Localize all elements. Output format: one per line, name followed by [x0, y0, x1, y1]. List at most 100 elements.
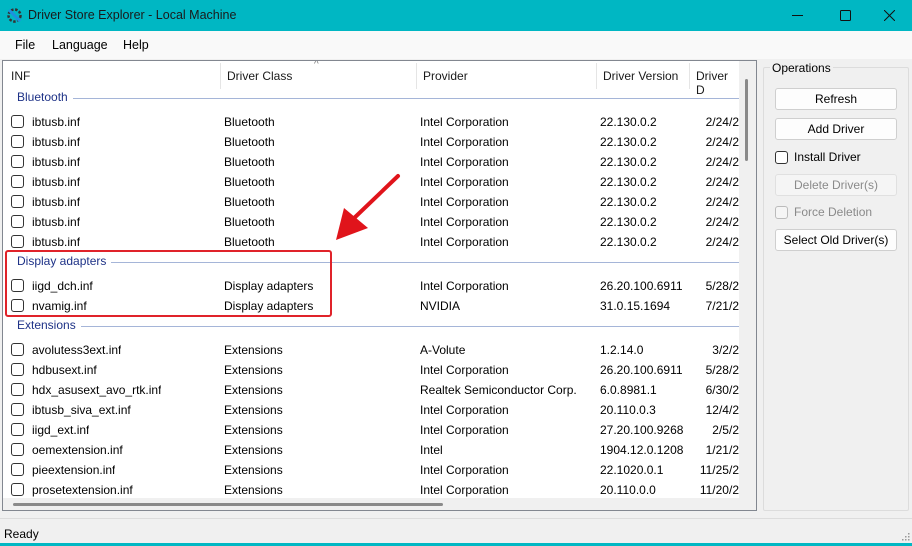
- gear-wrench-icon: [7, 8, 22, 23]
- driver-version-cell: 20.110.0.0: [600, 483, 656, 497]
- checkbox-box[interactable]: [775, 205, 788, 219]
- row-checkbox[interactable]: [11, 483, 24, 496]
- driver-date-cell: 2/24/2: [705, 175, 739, 189]
- column-header-driver-version[interactable]: Driver Version: [603, 69, 678, 83]
- driver-version-cell: 22.130.0.2: [600, 155, 657, 169]
- column-separator[interactable]: [416, 63, 417, 89]
- column-header-driver-class[interactable]: Driver Class: [227, 69, 292, 83]
- vertical-scroll-thumb[interactable]: [745, 79, 748, 161]
- driver-date-cell: 2/24/2: [705, 195, 739, 209]
- driver-date-cell: 2/24/2: [705, 235, 739, 249]
- group-title: Bluetooth: [17, 90, 73, 104]
- row-checkbox[interactable]: [11, 383, 24, 396]
- provider-cell: Intel Corporation: [420, 115, 509, 129]
- provider-cell: Intel Corporation: [420, 235, 509, 249]
- row-checkbox[interactable]: [11, 363, 24, 376]
- group-header[interactable]: Extensions: [3, 316, 739, 336]
- force-deletion-label: Force Deletion: [794, 205, 873, 219]
- driver-date-cell: 6/30/2: [705, 383, 739, 397]
- menu-file[interactable]: File: [15, 38, 35, 52]
- row-checkbox[interactable]: [11, 175, 24, 188]
- column-separator[interactable]: [596, 63, 597, 89]
- row-checkbox[interactable]: [11, 443, 24, 456]
- horizontal-scrollbar[interactable]: [3, 498, 739, 510]
- row-checkbox[interactable]: [11, 135, 24, 148]
- minimize-button[interactable]: [774, 0, 820, 31]
- row-checkbox[interactable]: [11, 403, 24, 416]
- row-checkbox[interactable]: [11, 115, 24, 128]
- group-title: Extensions: [17, 318, 81, 332]
- table-row[interactable]: hdx_asusext_avo_rtk.inf Extensions Realtek…: [3, 380, 739, 400]
- column-separator[interactable]: [220, 63, 221, 89]
- table-row[interactable]: avolutess3ext.inf Extensions A-Volute 1.2.1…: [3, 340, 739, 360]
- driver-version-cell: 22.130.0.2: [600, 195, 657, 209]
- table-row[interactable]: iigd_ext.inf Extensions Intel Corporation 2…: [3, 420, 739, 440]
- install-driver-label: Install Driver: [794, 150, 861, 164]
- column-header-provider[interactable]: Provider: [423, 69, 468, 83]
- column-header-inf[interactable]: INF: [11, 69, 30, 83]
- minimize-icon: [791, 15, 803, 16]
- select-old-drivers-button[interactable]: Select Old Driver(s): [775, 229, 897, 251]
- row-checkbox[interactable]: [11, 155, 24, 168]
- add-driver-button[interactable]: Add Driver: [775, 118, 897, 140]
- row-checkbox[interactable]: [11, 423, 24, 436]
- table-row[interactable]: ibtusb.inf Bluetooth Intel Corporation 22.1…: [3, 152, 739, 172]
- driver-class-cell: Extensions: [224, 383, 283, 397]
- row-checkbox[interactable]: [11, 463, 24, 476]
- list-header: INF ^ Driver Class Provider Driver Versi…: [3, 60, 739, 97]
- row-checkbox[interactable]: [11, 343, 24, 356]
- sort-ascending-icon: ^: [314, 60, 319, 70]
- row-checkbox[interactable]: [11, 235, 24, 248]
- horizontal-scroll-thumb[interactable]: [13, 503, 443, 506]
- table-row[interactable]: ibtusb.inf Bluetooth Intel Corporation 22.1…: [3, 112, 739, 132]
- driver-class-cell: Bluetooth: [224, 235, 275, 249]
- row-checkbox[interactable]: [11, 215, 24, 228]
- close-button[interactable]: [866, 0, 912, 31]
- menu-language[interactable]: Language: [52, 38, 108, 52]
- resize-grip-icon[interactable]: [900, 531, 910, 541]
- table-row[interactable]: pieextension.inf Extensions Intel Corporat…: [3, 460, 739, 480]
- table-row[interactable]: ibtusb_siva_ext.inf Extensions Intel Corpo…: [3, 400, 739, 420]
- driver-version-cell: 6.0.8981.1: [600, 383, 657, 397]
- driver-version-cell: 26.20.100.6911: [600, 279, 683, 293]
- driver-class-cell: Bluetooth: [224, 115, 275, 129]
- install-driver-checkbox[interactable]: Install Driver: [775, 150, 861, 164]
- inf-cell: ibtusb.inf: [32, 155, 81, 169]
- provider-cell: Realtek Semiconductor Corp.: [420, 383, 577, 397]
- vertical-scrollbar[interactable]: [739, 61, 756, 510]
- refresh-button[interactable]: Refresh: [775, 88, 897, 110]
- driver-version-cell: 22.130.0.2: [600, 175, 657, 189]
- provider-cell: Intel Corporation: [420, 215, 509, 229]
- menu-help[interactable]: Help: [123, 38, 149, 52]
- provider-cell: Intel: [420, 443, 443, 457]
- driver-date-cell: 12/4/2: [705, 403, 739, 417]
- table-row[interactable]: ibtusb.inf Bluetooth Intel Corporation 22.1…: [3, 132, 739, 152]
- driver-version-cell: 20.110.0.3: [600, 403, 656, 417]
- inf-cell: ibtusb_siva_ext.inf: [32, 403, 131, 417]
- column-separator[interactable]: [689, 63, 690, 89]
- delete-drivers-button[interactable]: Delete Driver(s): [775, 174, 897, 196]
- force-deletion-checkbox[interactable]: Force Deletion: [775, 205, 872, 219]
- driver-date-cell: 2/24/2: [705, 215, 739, 229]
- checkbox-box[interactable]: [775, 150, 788, 164]
- group-header[interactable]: Bluetooth: [3, 88, 739, 108]
- table-row[interactable]: prosetextension.inf Extensions Intel Corpo…: [3, 480, 739, 500]
- maximize-button[interactable]: [822, 0, 868, 31]
- table-row[interactable]: hdbusext.inf Extensions Intel Corporation 2…: [3, 360, 739, 380]
- row-checkbox[interactable]: [11, 195, 24, 208]
- inf-cell: avolutess3ext.inf: [32, 343, 122, 357]
- driver-date-cell: 11/25/2: [699, 463, 739, 477]
- provider-cell: NVIDIA: [420, 299, 461, 313]
- driver-version-cell: 22.130.0.2: [600, 115, 657, 129]
- inf-cell: hdx_asusext_avo_rtk.inf: [32, 383, 162, 397]
- driver-class-cell: Bluetooth: [224, 155, 275, 169]
- provider-cell: Intel Corporation: [420, 363, 509, 377]
- driver-date-cell: 2/24/2: [705, 135, 739, 149]
- inf-cell: ibtusb.inf: [32, 115, 81, 129]
- inf-cell: pieextension.inf: [32, 463, 116, 477]
- table-row[interactable]: oemextension.inf Extensions Intel 1904.12.0…: [3, 440, 739, 460]
- provider-cell: Intel Corporation: [420, 483, 509, 497]
- driver-class-cell: Extensions: [224, 343, 283, 357]
- driver-version-cell: 22.1020.0.1: [600, 463, 664, 477]
- driver-date-cell: 1/21/2: [705, 443, 739, 457]
